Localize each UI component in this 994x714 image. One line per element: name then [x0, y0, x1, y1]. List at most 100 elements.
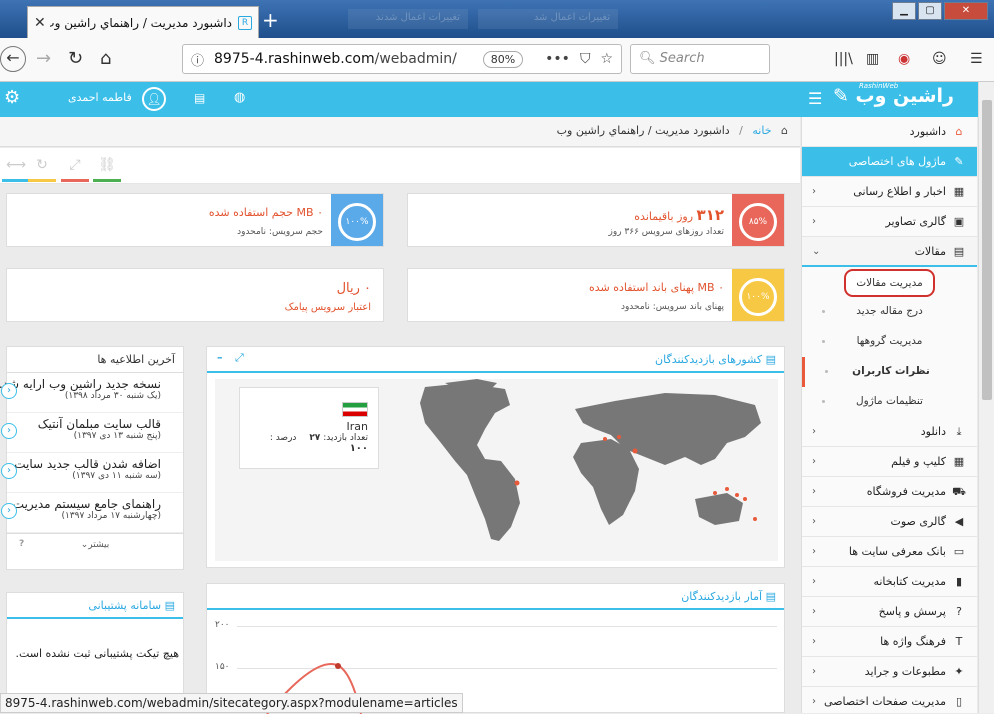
sidebar-subitem-comments[interactable]: نظرات کاربران [802, 357, 977, 387]
pocket-icon[interactable]: ⛉ [580, 51, 591, 67]
sidebar-item-custom-pages[interactable]: ▯ مدیریت صفحات اختصاصی ‹ [802, 687, 977, 713]
sidebar-item-label: کلیپ و فیلم [891, 455, 946, 468]
sidebar-subitem-groups[interactable]: مدیریت گروهها [802, 327, 977, 357]
sidebar-item-glossary[interactable]: T فرهنگ واژه ها ‹ [802, 627, 977, 657]
panel-toolbar: ⟷ ↻ ⤢ ⛓ [0, 148, 800, 184]
sidebar-item-faq[interactable]: ? پرسش و پاسخ ‹ [802, 597, 977, 627]
disk-sub: حجم سرویس: نامحدود [237, 227, 323, 237]
speaker-icon: ◀︎ [954, 515, 964, 528]
text-height-icon: T [955, 635, 963, 648]
sidebar-item-dashboard[interactable]: ⌂ داشبورد [802, 117, 977, 147]
sidebar-subitem-manage-articles[interactable]: مدیریت مقالات [802, 267, 977, 297]
sidebar-item-label: اخبار و اطلاع رسانی [853, 185, 946, 198]
percent-label: درصد : [269, 433, 297, 443]
sidebar-subitem-new-article[interactable]: درج مقاله جدید [802, 297, 977, 327]
sidebar-subitem-settings[interactable]: تنظیمات ماژول [802, 387, 977, 417]
percent-value: ۱۰۰ [349, 443, 368, 454]
news-item[interactable]: ‹ قالب سایت مبلمان آنتیک (پنج شنبه ۱۳ دی ۱… [1, 413, 183, 453]
news-item-date: (پنج شنبه ۱۳ دی ۱۳۹۷) [73, 431, 161, 441]
help-icon[interactable]: ? [19, 539, 24, 549]
page-scrollbar[interactable] [978, 82, 994, 713]
browser-tab[interactable]: R داشبورد مدیریت / راهنماي راشين وب ✕ [27, 6, 259, 38]
sidebar-toggle-icon[interactable]: ▥ [866, 51, 879, 67]
globe-icon[interactable]: ◍ [234, 90, 245, 105]
maximize-icon[interactable]: ▢ [918, 2, 942, 20]
library-icon[interactable]: |||\ [834, 51, 853, 67]
sidebar-item-label: داشبورد [909, 125, 946, 138]
avatar[interactable]: 👤︎ [142, 87, 166, 111]
page-actions-icon[interactable]: ••• [545, 51, 570, 67]
extension-icon[interactable]: ◉ [898, 51, 910, 67]
support-empty: هیچ تیکت پشتیبانی ثبت نشده است. [15, 647, 179, 660]
user-name[interactable]: فاطمه احمدی [68, 91, 132, 104]
chevron-left-icon[interactable]: ‹ [1, 463, 17, 479]
chevron-icon: ‹ [812, 516, 816, 527]
visitor-dot [632, 448, 638, 454]
new-tab-icon[interactable]: + [262, 8, 279, 32]
site-logo[interactable]: RashinWeb راشین وب ✎ [833, 82, 954, 107]
sidebar-item-label: پرسش و پاسخ [878, 605, 946, 618]
messages-icon[interactable]: ▤ [194, 91, 205, 105]
news-item[interactable]: ‹ نسخه جدید راشین وب ارایه شد. (یک شنبه ۳۰… [0, 373, 183, 413]
chevron-icon: ‹ [812, 426, 816, 437]
sidebar-item-audio[interactable]: ◀︎ گالری صوت ‹ [802, 507, 977, 537]
zoom-level[interactable]: 80% [482, 50, 524, 68]
bookmark-star-icon[interactable]: ☆ [600, 51, 613, 67]
sidebar-item-label: مقالات [914, 245, 946, 258]
forward-icon[interactable]: → [36, 48, 51, 69]
gear-icon[interactable]: ⚙ [4, 87, 20, 108]
site-info-icon[interactable]: ⓘ [191, 50, 204, 69]
sidebar: ⌂ داشبورد ✎ ماژول های اختصاصی ▦ اخبار و اطل… [801, 117, 977, 713]
country-tooltip: Iran تعداد بازدید: ۲۷ درصد : ۱۰۰ [239, 387, 379, 469]
back-icon[interactable]: ← [0, 46, 26, 72]
download-icon: ⤓ [956, 425, 962, 438]
sidebar-item-download[interactable]: ⤓ دانلود ‹ [802, 417, 977, 447]
search-input[interactable]: 🔍︎ Search [630, 44, 770, 74]
menu-toggle-icon[interactable]: ☰ [808, 89, 822, 108]
fullscreen-icon[interactable]: ⤢ [235, 351, 244, 365]
news-item[interactable]: ‹ اضافه شدن قالب جدید سایت (سه شنبه ۱۱ دی … [1, 453, 183, 493]
disk-card: ۱۰۰% ۰ MB حجم استفاده شده حجم سرویس: نام… [6, 193, 384, 247]
sidebar-item-press[interactable]: ✦ مطبوعات و جراید ‹ [802, 657, 977, 687]
address-bar[interactable]: ⓘ 8975-4.rashinweb.com/webadmin/ 80% •••… [182, 44, 622, 74]
sidebar-item-news[interactable]: ▦ اخبار و اطلاع رسانی ‹ [802, 177, 977, 207]
sidebar-item-library[interactable]: ▮ مدیریت کتابخانه ‹ [802, 567, 977, 597]
hamburger-menu-icon[interactable]: ☰ [970, 51, 983, 67]
visitor-dot [725, 487, 729, 491]
link-icon[interactable]: ⛓ [93, 157, 121, 182]
news-item[interactable]: ‹ راهنمای جامع سیستم مدیریت (چهارشنبه ۱۷ م… [1, 493, 183, 533]
chevron-left-icon[interactable]: ‹ [1, 383, 17, 399]
visits-label: تعداد بازدید: [323, 433, 368, 443]
news-more-button[interactable]: بیشتر⌄? [7, 533, 183, 559]
background-tab[interactable]: تغییرات اعمال شدند [348, 9, 468, 29]
reload-icon[interactable]: ↻ [68, 48, 83, 69]
sidebar-item-video[interactable]: ▦ کلیپ و فیلم ‹ [802, 447, 977, 477]
chevron-left-icon[interactable]: ‹ [1, 423, 17, 439]
chevron-left-icon[interactable]: ‹ [1, 503, 17, 519]
visitor-dot [603, 437, 607, 441]
close-tab-icon[interactable]: ✕ [34, 15, 46, 31]
account-icon[interactable]: ☺ [932, 51, 947, 67]
sidebar-item-shop[interactable]: ⛟ مدیریت فروشگاه ‹ [802, 477, 977, 507]
disk-value-line: ۰ MB حجم استفاده شده [209, 206, 323, 219]
minimize-icon[interactable]: ▁ [892, 2, 916, 20]
sidebar-item-sites[interactable]: ▭ بانک معرفی سایت ها ‹ [802, 537, 977, 567]
sidebar-item-modules[interactable]: ✎ ماژول های اختصاصی [802, 147, 977, 177]
file-icon: ▯ [955, 695, 963, 708]
minimize-panel-icon[interactable]: – [217, 351, 223, 364]
sidebar-item-articles[interactable]: ▤ مقالات ⌄ [802, 237, 977, 267]
url-path: /webadmin/ [374, 51, 457, 67]
arrows-icon[interactable]: ⟷ [2, 157, 30, 182]
scrollbar-thumb[interactable] [982, 100, 992, 400]
breadcrumb-home[interactable]: خانه [752, 124, 771, 137]
sidebar-item-gallery[interactable]: ▣ گالری تصاویر ‹ [802, 207, 977, 237]
sidebar-item-label: گالری صوت [890, 515, 947, 528]
disk-percent: ۱۰۰% [338, 203, 376, 241]
expand-icon[interactable]: ⤢ [61, 157, 89, 182]
home-icon[interactable]: ⌂ [781, 124, 788, 137]
home-icon[interactable]: ⌂ [100, 48, 111, 69]
refresh-icon[interactable]: ↻ [28, 157, 56, 182]
close-window-icon[interactable]: ✕ [944, 2, 988, 20]
bullet-icon [825, 370, 828, 373]
background-tab[interactable]: تغییرات اعمال شد [478, 9, 618, 29]
